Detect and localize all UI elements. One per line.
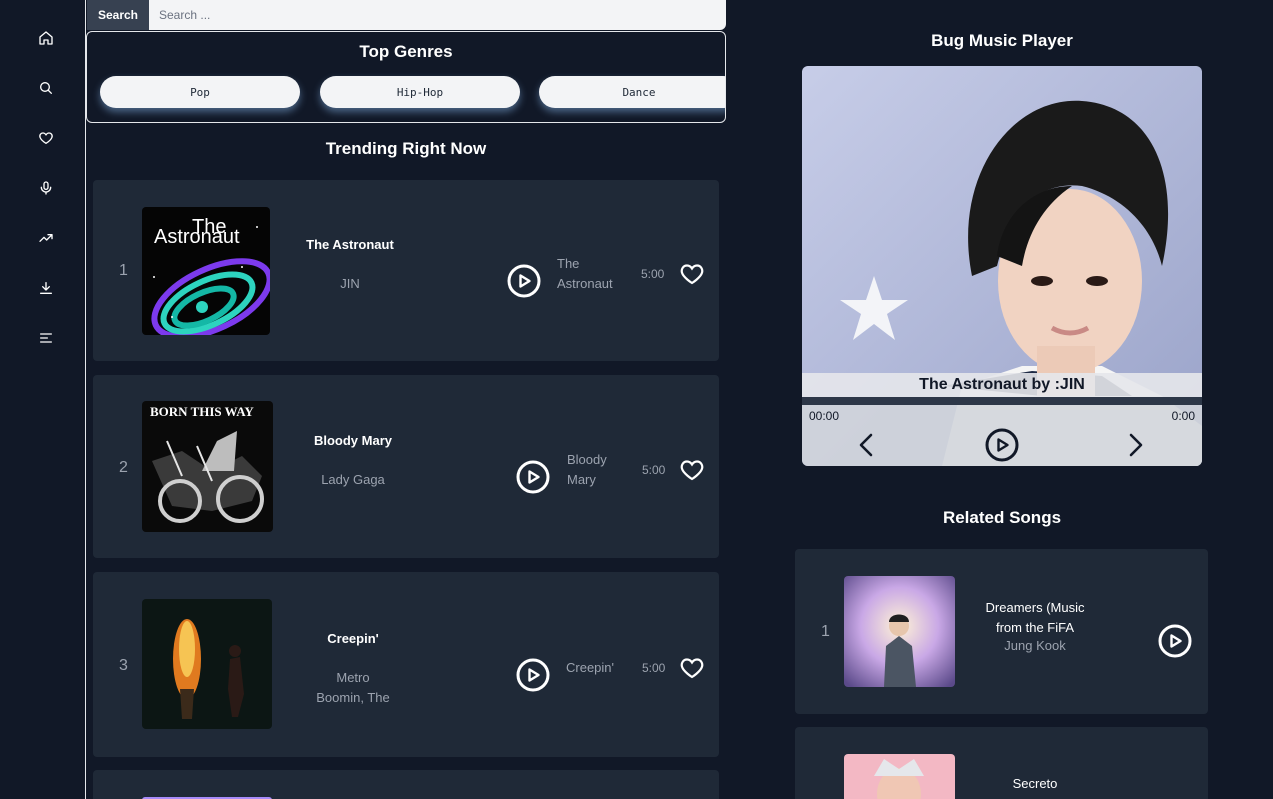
play-button[interactable]	[516, 460, 550, 494]
track-title[interactable]: Bloody Mary	[288, 433, 418, 448]
home-icon[interactable]	[36, 28, 56, 48]
related-song-card[interactable]: Secreto	[795, 727, 1208, 799]
track-album: Creepin'	[566, 660, 615, 675]
title-line: Dreamers (Music	[985, 600, 1085, 615]
track-title[interactable]: The Astronaut	[285, 237, 415, 252]
related-rank: 1	[821, 623, 830, 640]
search-button[interactable]: Search	[87, 0, 149, 30]
play-button[interactable]	[985, 428, 1019, 462]
trending-title: Trending Right Now	[325, 139, 487, 158]
play-button[interactable]	[516, 658, 550, 692]
album-line: Astronaut	[557, 276, 613, 291]
track-album: Bloody Mary	[567, 450, 631, 490]
track-card[interactable]: 3 Creepin' Metro Boomin, The Creepin' 5:…	[93, 572, 719, 757]
genre-pill-hip-hop[interactable]: Hip-Hop	[320, 76, 520, 108]
time-current: 00:00	[809, 409, 840, 423]
track-card[interactable]: 2 BORN THIS WAY Bloody Mary Lady Gaga Bl…	[93, 375, 719, 558]
search-bar: Search	[87, 0, 726, 30]
next-chevron-icon[interactable]	[1128, 432, 1144, 458]
track-title[interactable]: Creepin'	[288, 631, 418, 646]
track-artist: Lady Gaga	[321, 472, 385, 487]
genres-title: Top Genres	[359, 42, 453, 61]
artist-line: Boomin, The	[316, 690, 390, 705]
genre-pill-pop[interactable]: Pop	[100, 76, 300, 108]
download-icon[interactable]	[36, 278, 56, 298]
top-genres-panel: Top Genres Pop Hip-Hop Dance	[86, 31, 726, 123]
player-title: Bug Music Player	[931, 31, 1073, 50]
music-player: The Astronaut by :JIN 00:00 0:00	[802, 66, 1202, 466]
track-artist: Metro Boomin, The	[298, 668, 408, 708]
play-button[interactable]	[1158, 624, 1192, 658]
related-song-artist: Jung Kook	[1004, 638, 1066, 653]
track-rank: 3	[119, 657, 128, 674]
album-line: Bloody	[567, 452, 607, 467]
track-card[interactable]: 1 The Astronaut The Astronaut JIN The As…	[93, 180, 719, 361]
track-duration: 5:00	[641, 267, 665, 281]
previous-chevron-icon[interactable]	[858, 432, 874, 458]
search-input[interactable]	[149, 0, 726, 30]
cover-text: Astronaut	[154, 226, 240, 248]
related-title: Related Songs	[942, 508, 1062, 527]
album-cover-born-this-way: BORN THIS WAY	[142, 401, 273, 532]
menu-icon[interactable]	[36, 328, 56, 348]
like-heart-icon[interactable]	[680, 459, 704, 481]
album-cover-secreto	[844, 754, 955, 799]
time-total: 0:00	[1171, 409, 1195, 423]
player-controls: 00:00 0:00	[802, 405, 1202, 466]
progress-bar[interactable]	[802, 397, 1202, 405]
album-cover-the-astronaut: The Astronaut	[142, 207, 270, 335]
track-duration: 5:00	[642, 661, 666, 675]
now-playing-label: The Astronaut by :JIN	[802, 373, 1202, 397]
related-song-title[interactable]: Secreto	[980, 776, 1090, 791]
track-card[interactable]	[93, 770, 719, 799]
genre-pill-dance[interactable]: Dance	[539, 76, 725, 108]
related-song-title[interactable]: Dreamers (Music from the FiFA	[980, 598, 1090, 638]
track-album: The Astronaut	[557, 254, 621, 294]
search-icon[interactable]	[36, 78, 56, 98]
like-heart-icon[interactable]	[680, 657, 704, 679]
track-rank: 2	[119, 459, 128, 476]
sidebar	[0, 0, 86, 799]
like-heart-icon[interactable]	[680, 263, 704, 285]
album-cover-dreamers	[844, 576, 955, 687]
track-duration: 5:00	[642, 463, 666, 477]
related-song-card[interactable]: 1 Dreamers (Music from the FiFA Jung Koo…	[795, 549, 1208, 714]
track-artist: JIN	[340, 276, 360, 291]
trending-icon[interactable]	[36, 228, 56, 248]
microphone-icon[interactable]	[36, 178, 56, 198]
cover-text: BORN THIS WAY	[150, 404, 254, 419]
title-line: from the FiFA	[995, 620, 1075, 635]
track-rank: 1	[119, 262, 128, 279]
album-line: The	[557, 256, 580, 271]
artist-line: Metro	[336, 670, 370, 685]
play-button[interactable]	[507, 264, 541, 298]
heart-icon[interactable]	[36, 128, 56, 148]
album-cover-creepin	[142, 599, 272, 729]
album-line: Mary	[567, 472, 596, 487]
